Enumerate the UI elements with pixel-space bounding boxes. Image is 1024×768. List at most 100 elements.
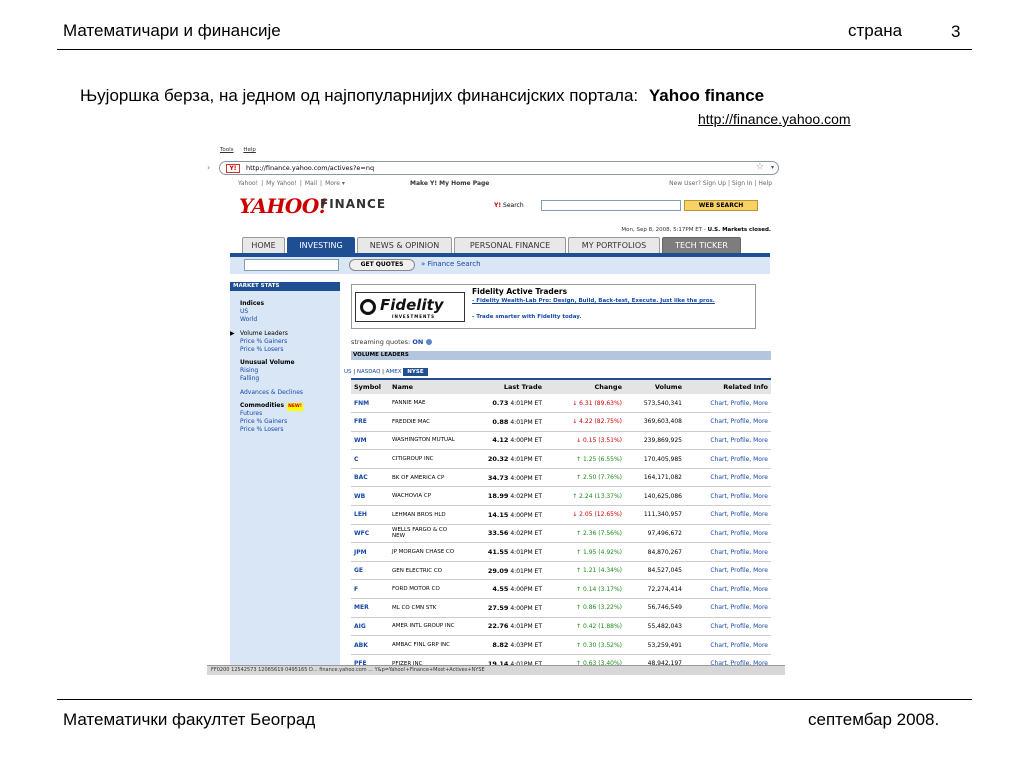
row-symbol-link[interactable]: ABK bbox=[351, 635, 389, 655]
fidelity-logo[interactable]: Fidelity INVESTMENTS bbox=[355, 292, 465, 322]
exchange-tab-us[interactable]: US bbox=[344, 369, 352, 375]
sidebar-item-advances-declines[interactable]: Advances & Declines bbox=[240, 389, 303, 397]
search-input[interactable] bbox=[541, 200, 681, 211]
finance-search-link[interactable]: » Finance Search bbox=[421, 260, 481, 268]
quote-input[interactable] bbox=[244, 259, 339, 271]
fidelity-ad[interactable]: Fidelity INVESTMENTS Fidelity Active Tra… bbox=[351, 284, 756, 329]
link-yahoo[interactable]: Yahoo! bbox=[238, 180, 258, 187]
row-name: LEHMAN BROS HLD bbox=[389, 505, 463, 525]
row-related-links[interactable]: Chart, Profile, More bbox=[685, 412, 771, 432]
sidebar-item-c-price-gainers[interactable]: Price % Gainers bbox=[240, 418, 287, 426]
row-related-links[interactable]: Chart, Profile, More bbox=[685, 486, 771, 507]
row-related-links[interactable]: Chart, Profile, More bbox=[685, 505, 771, 525]
row-last-trade: 29.09 4:01PM ET bbox=[463, 561, 545, 581]
tab-personal-finance[interactable]: PERSONAL FINANCE bbox=[454, 237, 566, 254]
row-time: 4:01PM ET bbox=[510, 567, 542, 575]
address-text[interactable]: http://finance.yahoo.com/actives?e=nq bbox=[246, 164, 374, 172]
menu-help[interactable]: Help bbox=[243, 147, 256, 153]
row-volume: 97,496,672 bbox=[625, 524, 685, 544]
link-mail[interactable]: Mail bbox=[305, 180, 317, 187]
row-price: 22.76 bbox=[487, 622, 509, 631]
row-related-links[interactable]: Chart, Profile, More bbox=[685, 635, 771, 655]
link-more[interactable]: More ▾ bbox=[325, 180, 345, 187]
bookmark-star-icon[interactable]: ☆ bbox=[756, 162, 764, 172]
row-related-links[interactable]: Chart, Profile, More bbox=[685, 561, 771, 581]
row-related-links[interactable]: Chart, Profile, More bbox=[685, 579, 771, 600]
sidebar-item-c-price-losers[interactable]: Price % Losers bbox=[240, 426, 283, 434]
tab-my-portfolios[interactable]: MY PORTFOLIOS bbox=[568, 237, 660, 254]
exchange-tab-nyse[interactable]: NYSE bbox=[403, 368, 428, 376]
row-symbol-link[interactable]: FRE bbox=[351, 412, 389, 432]
row-symbol-link[interactable]: C bbox=[351, 449, 389, 469]
sidebar-item-falling[interactable]: Falling bbox=[240, 375, 259, 383]
row-related-links[interactable]: Chart, Profile, More bbox=[685, 449, 771, 469]
row-change-value: 0.86 (3.22%) bbox=[582, 604, 622, 612]
tab-home[interactable]: HOME bbox=[242, 237, 285, 254]
row-time: 4:02PM ET bbox=[510, 493, 542, 501]
tab-investing[interactable]: INVESTING bbox=[287, 237, 355, 254]
row-time: 4:00PM ET bbox=[510, 586, 542, 594]
row-name: FORD MOTOR CO bbox=[389, 579, 463, 600]
exchange-tab-nasdaq[interactable]: NASDAQ bbox=[357, 369, 381, 375]
row-symbol-link[interactable]: MER bbox=[351, 598, 389, 618]
col-volume: Volume bbox=[625, 380, 685, 394]
sidebar-item-volume-leaders[interactable]: Volume Leaders bbox=[240, 330, 288, 338]
yahoo-favicon-icon: Y! bbox=[226, 164, 240, 173]
make-home-link[interactable]: Make Y! My Home Page bbox=[410, 180, 489, 187]
row-symbol-link[interactable]: WB bbox=[351, 486, 389, 507]
tab-news-opinion[interactable]: NEWS & OPINION bbox=[357, 237, 452, 254]
link-my-yahoo[interactable]: My Yahoo! bbox=[266, 180, 297, 187]
row-related-links[interactable]: Chart, Profile, More bbox=[685, 598, 771, 618]
streaming-quotes: streaming quotes: ON bbox=[351, 338, 433, 346]
web-search-button[interactable]: WEB SEARCH bbox=[684, 200, 758, 211]
row-symbol-link[interactable]: F bbox=[351, 579, 389, 600]
menu-tools[interactable]: Tools bbox=[220, 147, 234, 153]
row-related-links[interactable]: Chart, Profile, More bbox=[685, 617, 771, 637]
row-last-trade: 0.88 4:01PM ET bbox=[463, 412, 545, 432]
row-time: 4:01PM ET bbox=[510, 418, 542, 426]
row-symbol-link[interactable]: FNM bbox=[351, 394, 389, 414]
row-symbol-link[interactable]: LEH bbox=[351, 505, 389, 525]
row-price: 41.55 bbox=[487, 548, 509, 557]
streaming-toggle[interactable]: ON bbox=[412, 338, 423, 346]
get-quotes-button[interactable]: GET QUOTES bbox=[349, 259, 415, 271]
sidebar-item-rising[interactable]: Rising bbox=[240, 367, 258, 375]
sidebar-item-price-gainers[interactable]: Price % Gainers bbox=[240, 338, 287, 346]
quote-bar: GET QUOTES » Finance Search bbox=[230, 257, 770, 274]
sidebar-item-us[interactable]: US bbox=[240, 308, 248, 316]
row-name: JP MORGAN CHASE CO bbox=[389, 542, 463, 562]
yahoo-logo[interactable]: YAHOO! bbox=[239, 194, 328, 218]
row-related-links[interactable]: Chart, Profile, More bbox=[685, 468, 771, 488]
row-related-links[interactable]: Chart, Profile, More bbox=[685, 394, 771, 414]
current-marker-icon: ▶ bbox=[230, 330, 235, 337]
row-related-links[interactable]: Chart, Profile, More bbox=[685, 542, 771, 562]
row-symbol-link[interactable]: WM bbox=[351, 431, 389, 451]
row-related-links[interactable]: Chart, Profile, More bbox=[685, 431, 771, 451]
ad-link-trade[interactable]: - Trade smarter with Fidelity today. bbox=[472, 314, 581, 320]
exchange-tab-amex[interactable]: AMEX bbox=[386, 369, 402, 375]
table-body: FNM FANNIE MAE 0.73 4:01PM ET ↓ 6.31 (89.63… bbox=[351, 394, 771, 674]
row-related-links[interactable]: Chart, Profile, More bbox=[685, 524, 771, 544]
tab-tech-ticker[interactable]: TECH TICKER bbox=[662, 237, 741, 254]
row-symbol-link[interactable]: GE bbox=[351, 561, 389, 581]
sidebar-item-futures[interactable]: Futures bbox=[240, 410, 262, 418]
sidebar-item-price-losers[interactable]: Price % Losers bbox=[240, 346, 283, 354]
signin-links[interactable]: New User? Sign Up | Sign In | Help bbox=[669, 180, 772, 187]
row-symbol-link[interactable]: JPM bbox=[351, 542, 389, 562]
row-symbol-link[interactable]: BAC bbox=[351, 468, 389, 488]
ad-link-wealthlab[interactable]: - Fidelity Wealth-Lab Pro: Design, Build… bbox=[472, 298, 752, 305]
page-label: страна bbox=[848, 21, 903, 40]
dropdown-icon[interactable]: ▾ bbox=[771, 164, 774, 171]
row-symbol-link[interactable]: WFC bbox=[351, 524, 389, 544]
table-row: AIG AMER INTL GROUP INC 22.76 4:01PM ET ↑ 0… bbox=[351, 617, 771, 637]
volume-leaders-header: VOLUME LEADERS bbox=[351, 351, 771, 360]
sidebar-item-world[interactable]: World bbox=[240, 316, 257, 324]
help-icon[interactable] bbox=[426, 339, 433, 345]
row-name: AMBAC FINL GRP INC bbox=[389, 635, 463, 655]
back-arrow-icon[interactable]: › bbox=[207, 163, 210, 172]
finance-url-link[interactable]: http://finance.yahoo.com bbox=[698, 111, 851, 127]
address-bar[interactable]: Y! http://finance.yahoo.com/actives?e=nq… bbox=[219, 161, 779, 175]
row-change-value: 2.05 (12.65%) bbox=[579, 511, 622, 519]
row-volume: 164,171,082 bbox=[625, 468, 685, 488]
row-symbol-link[interactable]: AIG bbox=[351, 617, 389, 637]
